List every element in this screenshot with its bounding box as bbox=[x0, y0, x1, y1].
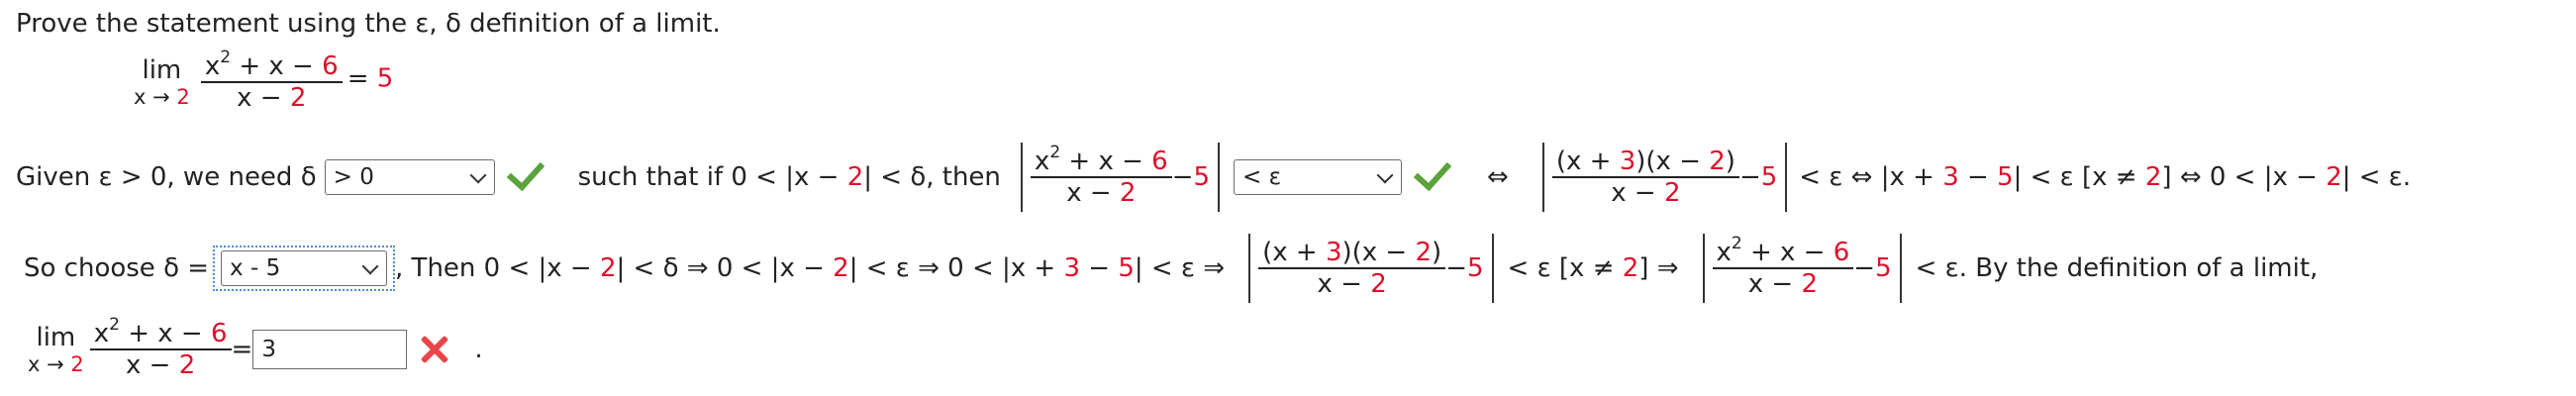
limit-answer-input[interactable]: 3 bbox=[252, 330, 408, 369]
x-mark-icon bbox=[419, 335, 448, 364]
limit-operator: lim x → 2 bbox=[134, 55, 190, 109]
row-choose: So choose δ = x - 5 , Then 0 < |x − 2| <… bbox=[24, 226, 2318, 311]
epsilon-condition-select[interactable]: < ε bbox=[1234, 159, 1403, 195]
limit-fraction: x2 + x − 6 x − 2 bbox=[200, 50, 343, 113]
abs-expression-4: x2 + x − 6 x − 2 − 5 bbox=[1702, 234, 1902, 303]
row-choose-then: , Then 0 < |x − 2| < δ ⇒ 0 < |x − 2| < ε… bbox=[395, 253, 1226, 283]
limit-operator: lim x → 2 bbox=[28, 323, 84, 376]
check-icon bbox=[1413, 151, 1452, 191]
limit-statement: lim x → 2 x2 + x − 6 x − 2 = 5 bbox=[134, 48, 394, 114]
check-icon bbox=[506, 151, 545, 191]
delta-choice-select[interactable]: x - 5 bbox=[221, 250, 388, 286]
conclusion-fraction: x2 + x − 6 x − 2 bbox=[89, 317, 232, 380]
delta-choice-focus: x - 5 bbox=[213, 246, 396, 291]
chevron-down-icon bbox=[469, 166, 487, 184]
delta-condition-select[interactable]: > 0 bbox=[324, 159, 495, 195]
abs-expression-1: x2 + x − 6 x − 2 − 5 bbox=[1020, 143, 1221, 212]
limit-value: 5 bbox=[376, 63, 394, 94]
row-given: Given ε > 0, we need δ > 0 such that if … bbox=[16, 135, 2411, 220]
abs-expression-3: (x + 3)(x − 2) x − 2 − 5 bbox=[1248, 234, 1494, 303]
abs-expression-2: (x + 3)(x − 2) x − 2 − 5 bbox=[1541, 143, 1788, 212]
chevron-down-icon bbox=[1376, 166, 1394, 184]
row-conclusion: lim x → 2 x2 + x − 6 x − 2 = 3 . bbox=[28, 315, 483, 381]
row-given-tail: < ε ⇔ |x + 3 − 5| < ε [x ≠ 2] ⇔ 0 < |x −… bbox=[1799, 162, 2412, 192]
question-prompt: Prove the statement using the ε, δ defin… bbox=[16, 9, 721, 39]
chevron-down-icon bbox=[361, 257, 379, 275]
